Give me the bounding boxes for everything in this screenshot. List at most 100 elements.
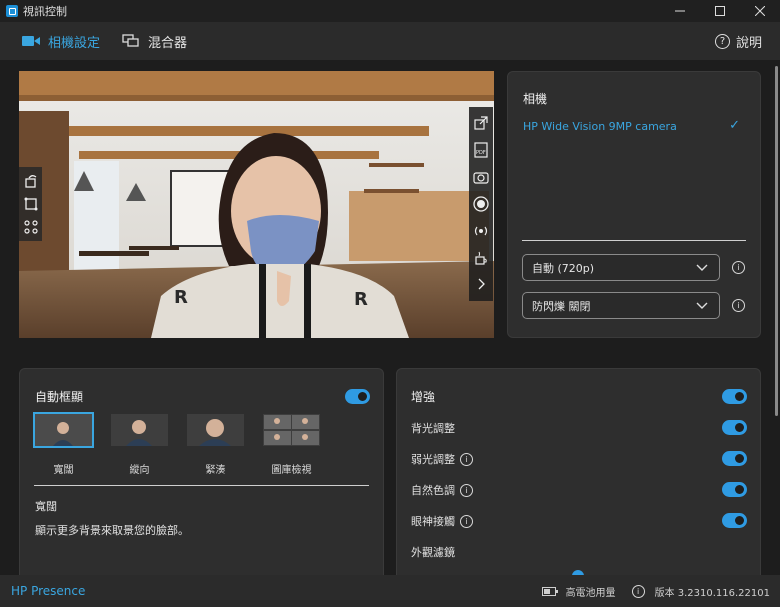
natural-tone-row: 自然色調 i [411,482,473,498]
natural-tone-info-icon[interactable]: i [460,483,473,497]
flicker-info-icon[interactable]: i [732,299,745,312]
popout-button[interactable] [472,114,490,132]
nav-bar: 相機設定 混合器 ? 說明 [0,22,780,60]
tab-camera-settings-label: 相機設定 [48,35,101,51]
auto-frame-icon [24,197,37,211]
natural-tone-label: 自然色調 [411,484,455,497]
backlight-label: 背光調整 [411,422,455,435]
tab-mixer-label: 混合器 [148,35,188,51]
left-toolbar [19,167,42,241]
camera-icon [22,35,40,47]
auto-frame-toggle[interactable] [345,389,370,404]
frame-option-tight[interactable] [187,414,244,446]
expand-toolbar-button[interactable] [472,275,490,293]
frame-option-portrait-label: 縱向 [129,465,150,476]
battery-icon [541,587,558,596]
lowlight-label: 弱光調整 [411,453,455,466]
frame-description: 顯示更多背景來取景您的臉部。 [35,524,189,537]
eye-contact-toggle[interactable] [722,513,747,528]
snapshot-icon [473,172,489,184]
mixer-icon [122,34,140,48]
snapshot-button[interactable] [472,168,490,186]
rotate-icon [24,175,36,188]
lowlight-toggle[interactable] [722,451,747,466]
close-button[interactable] [740,0,780,22]
record-button[interactable] [472,195,490,213]
popout-icon [474,116,488,131]
svg-text:PDF: PDF [476,150,486,156]
camera-panel-title: 相機 [523,92,548,106]
minimize-button[interactable] [660,0,700,22]
brand-label: HP Presence [11,584,86,598]
pan-zoom-button[interactable] [22,218,40,236]
camera-panel: 相機 HP Wide Vision 9MP camera ✓ 自動 (720p)… [507,71,761,338]
help-icon: ? [714,34,730,49]
main-scrollbar[interactable] [773,60,779,575]
help-button[interactable]: ? 說明 [714,32,762,51]
svg-text:R: R [354,289,368,310]
tight-thumbnail [187,414,244,446]
window-title: 視訊控制 [23,5,67,18]
help-label: 說明 [735,36,762,51]
status-bar: HP Presence 高電池用量 i 版本 3.2310.116.22101 [0,575,780,607]
auto-frame-card: 自動框顯 寬闊 縱向 緊湊 圖庫檢視 寬闊 顯示更多背景來取景您的臉部。 [19,368,384,575]
backlight-toggle[interactable] [722,420,747,435]
record-icon [473,196,489,212]
camera-device-item[interactable]: HP Wide Vision 9MP camera [523,120,677,133]
auto-frame-title: 自動框顯 [35,390,84,404]
frame-option-wide[interactable] [33,412,94,448]
coffee-icon [475,251,487,265]
frame-option-gallery[interactable] [263,414,320,446]
battery-label: 高電池用量 [565,588,616,599]
pdf-icon: PDF [474,142,488,158]
chevron-right-icon [478,279,485,290]
frame-option-portrait[interactable] [111,414,168,446]
chevron-down-icon [696,264,708,271]
resolution-info-icon[interactable]: i [732,261,745,274]
maximize-button[interactable] [700,0,740,22]
svg-text:R: R [174,287,188,308]
enhance-title: 增強 [411,390,436,404]
pan-zoom-icon [23,220,38,234]
backlight-row: 背光調整 [411,420,455,436]
scrollbar-thumb[interactable] [775,66,778,416]
auto-frame-button[interactable] [22,195,40,213]
tab-camera-settings[interactable]: 相機設定 [22,32,100,51]
eye-contact-info-icon[interactable]: i [460,514,473,528]
appearance-filter-row: 外觀濾鏡 [411,544,455,560]
frame-option-wide-label: 寬闊 [53,465,74,476]
appearance-filter-label: 外觀濾鏡 [411,546,455,559]
gallery-thumbnail [263,414,320,446]
selected-frame-name: 寬闊 [35,500,57,513]
close-icon [755,6,765,16]
title-bar: 視訊控制 [0,0,780,22]
main-content: R R PDF 相機 HP Wide Vision 9MP camera ✓ 自… [0,60,780,575]
flicker-select[interactable]: 防閃爍 關閉 [522,292,720,319]
frame-option-gallery-label: 圖庫檢視 [271,465,312,476]
flicker-select-value: 防閃爍 關閉 [532,299,591,313]
right-toolbar: PDF [469,107,493,301]
preview-image: R R [19,71,494,338]
tab-mixer[interactable]: 混合器 [122,32,187,51]
app-icon [6,5,18,17]
resolution-select-value: 自動 (720p) [532,261,595,275]
rotate-button[interactable] [22,172,40,190]
pdf-button[interactable]: PDF [472,141,490,159]
coffee-button[interactable] [472,249,490,267]
status-info-icon[interactable]: i [631,585,645,598]
broadcast-button[interactable] [472,222,490,240]
camera-panel-divider [522,240,746,241]
eye-contact-label: 眼神接觸 [411,515,455,528]
enhance-toggle[interactable] [722,389,747,404]
minimize-icon [675,10,685,12]
frame-option-tight-label: 緊湊 [205,465,226,476]
auto-frame-divider [34,485,369,486]
chevron-down-icon [696,302,708,309]
lowlight-info-icon[interactable]: i [460,452,473,466]
resolution-select[interactable]: 自動 (720p) [522,254,720,281]
lowlight-row: 弱光調整 i [411,451,473,467]
check-icon: ✓ [729,118,740,133]
camera-preview: R R [19,71,494,338]
natural-tone-toggle[interactable] [722,482,747,497]
portrait-thumbnail [111,414,168,446]
